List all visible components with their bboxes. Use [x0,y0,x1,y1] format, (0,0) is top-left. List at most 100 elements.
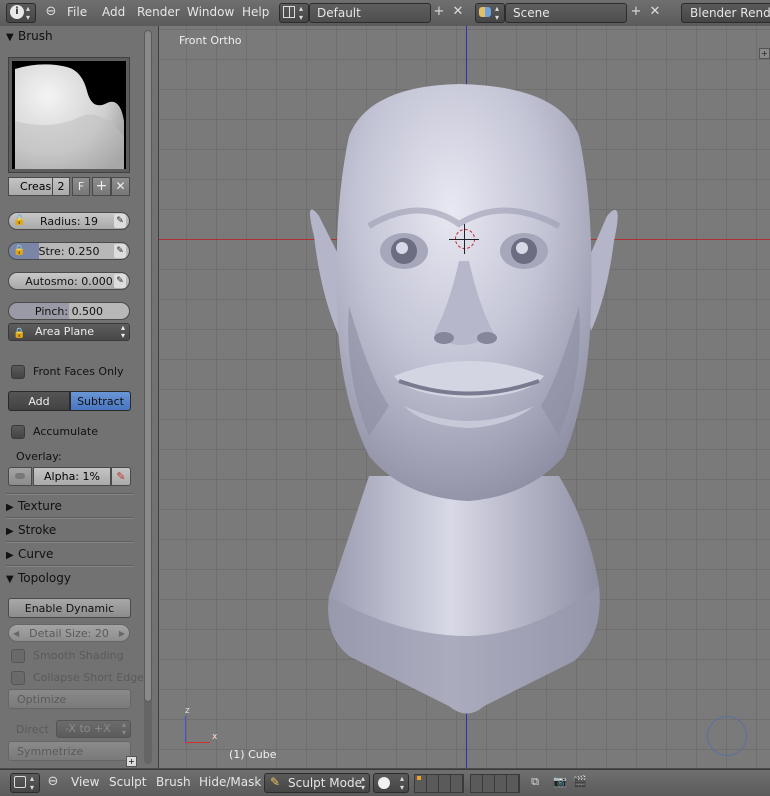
smooth-shading-checkbox[interactable] [11,649,25,663]
expanded-triangle-icon: ▼ [6,32,14,43]
front-faces-only-checkbox[interactable] [11,365,25,379]
radius-slider[interactable]: 🔓 Radius: 19 ✎ [8,212,130,230]
lock-layers-icon[interactable]: ⧉ [527,773,543,791]
curve-header-label: Curve [18,547,54,561]
enable-dynamic-button[interactable]: Enable Dynamic [8,598,131,618]
enable-dynamic-label: Enable Dynamic [24,602,115,615]
chevron-right-icon: ▶ [118,629,125,638]
subtract-direction-button[interactable]: Subtract [70,391,131,411]
autosmooth-slider[interactable]: Autosmo: 0.000 ✎ [8,272,130,290]
layers-group-2[interactable] [470,774,520,793]
add-scene-icon[interactable]: + [628,3,644,21]
tool-shelf-panel: ▼ Brush Crease 2 F + ✕ 🔓 Radius: 19 ✎ 🔒 … [0,26,159,768]
3d-viewport[interactable]: Front Ortho z x (1) Cube + [159,26,770,768]
panel-expand-plus-icon[interactable]: + [126,756,137,767]
texture-header-label: Texture [18,499,62,513]
optimize-button[interactable]: Optimize [8,689,131,709]
accumulate-checkbox[interactable] [11,425,25,439]
texture-panel-header[interactable]: ▶ Texture [6,496,134,516]
editor-type-selector-bottom[interactable]: ▴ ▾ [10,773,40,793]
menu-render[interactable]: Render [137,5,180,19]
symmetrize-direction-dropdown[interactable]: -X to +X ▴ ▾ [56,720,131,738]
viewport-shading-selector[interactable]: ▴ ▾ [373,773,409,793]
collapse-menu-icon[interactable]: ⊖ [45,773,61,791]
collapsed-triangle-icon: ▶ [6,502,14,513]
stroke-header-label: Stroke [18,523,57,537]
render-engine-selector[interactable]: Blender Render [681,3,770,23]
add-label: Add [28,395,50,408]
menu-file[interactable]: File [67,5,87,19]
new-brush-button[interactable]: + [92,177,111,196]
sculpt-head-mesh[interactable] [309,76,629,721]
chevron-left-icon: ◀ [13,629,20,638]
pinch-slider[interactable]: Pinch: 0.500 [8,302,130,320]
pressure-pen-icon[interactable]: ✎ [114,244,126,258]
view-name-label: Front Ortho [179,34,242,47]
overlay-brush-icon[interactable]: ✎ [111,467,131,486]
strength-slider[interactable]: 🔒 Stre: 0.250 ✎ [8,242,130,260]
screen-layout-field[interactable]: Default [309,3,431,23]
chevron-updown-icon: ▴ ▾ [399,774,404,792]
menu-help[interactable]: Help [242,5,269,19]
menu-view[interactable]: View [71,775,99,789]
fake-user-button[interactable]: F [72,177,90,196]
solid-shading-icon [378,777,390,789]
symmetrize-button[interactable]: Symmetrize [8,741,131,761]
brush-users-value: 2 [57,180,65,193]
chevron-updown-icon: ▴ ▾ [299,4,304,22]
remove-scene-icon[interactable]: ✕ [647,3,663,21]
top-header-bar: i ▴ ▾ ⊖ File Add Render Window Help ▴ ▾ De… [0,0,770,27]
pressure-pen-icon[interactable]: ✎ [114,214,126,228]
brush-users-count[interactable]: 2 [52,177,70,196]
direction-value: -X to +X [65,722,111,735]
chevron-updown-icon: ▴ ▾ [30,774,35,792]
topology-panel-header[interactable]: ▼ Topology [6,568,134,588]
brush-radius-circle [707,716,747,756]
scene-field[interactable]: Scene [505,3,627,23]
detail-size-value: Detail Size: 20 [29,627,109,640]
collapse-menu-icon[interactable]: ⊖ [43,3,59,21]
add-direction-button[interactable]: Add [8,391,70,411]
sculpt-plane-value: Area Plane [35,325,94,338]
collapse-short-edge-checkbox[interactable] [11,671,25,685]
menu-add[interactable]: Add [102,5,125,19]
menu-brush[interactable]: Brush [156,775,191,789]
curve-panel-header[interactable]: ▶ Curve [6,544,134,564]
strength-value: Stre: 0.250 [38,245,100,258]
mode-value: Sculpt Mode [288,776,362,790]
panel-divider [6,565,134,567]
remove-layout-icon[interactable]: ✕ [450,3,466,21]
overlay-alpha-slider[interactable]: Alpha: 1% [33,467,111,486]
mode-selector[interactable]: ✎ Sculpt Mode ▴ ▾ [264,773,370,793]
overlay-label: Overlay: [16,450,62,463]
pressure-pen-icon[interactable]: ✎ [114,274,126,288]
close-icon: ✕ [115,179,126,193]
brush-panel-header[interactable]: ▼ Brush [6,26,134,46]
panel-scrollbar-track[interactable] [144,30,152,764]
collapsed-triangle-icon: ▶ [6,550,14,561]
menu-sculpt[interactable]: Sculpt [109,775,146,789]
add-layout-icon[interactable]: + [431,3,447,21]
eye-icon [15,473,25,479]
properties-toggle-plus-icon[interactable]: + [759,48,770,59]
menu-window[interactable]: Window [187,5,234,19]
render-image-icon[interactable]: 📷 [552,773,568,791]
screen-layout-icon-selector[interactable]: ▴ ▾ [279,3,309,23]
lock-icon: 🔓 [13,215,26,226]
screen-layout-name: Default [317,6,361,20]
editor-type-selector[interactable]: i ▴ ▾ [6,3,36,23]
detail-size-field[interactable]: ◀ Detail Size: 20 ▶ [8,624,130,642]
brush-preview-frame[interactable] [8,57,130,173]
plane-icon: 🔒 [13,328,26,339]
layers-group-1[interactable] [414,774,464,793]
panel-scrollbar-thumb[interactable] [144,30,152,702]
stroke-panel-header[interactable]: ▶ Stroke [6,520,134,540]
overlay-toggle-button[interactable] [8,467,32,486]
sculpt-plane-dropdown[interactable]: 🔒 Area Plane ▴ ▾ [8,323,130,341]
menu-hide-mask[interactable]: Hide/Mask [199,775,261,789]
render-animation-icon[interactable]: 🎬 [572,773,588,791]
cube-view-icon [14,776,26,788]
scene-icon-selector[interactable]: ▴ ▾ [475,3,505,23]
chevron-updown-icon: ▴ ▾ [495,4,500,22]
unlink-brush-button[interactable]: ✕ [111,177,130,196]
